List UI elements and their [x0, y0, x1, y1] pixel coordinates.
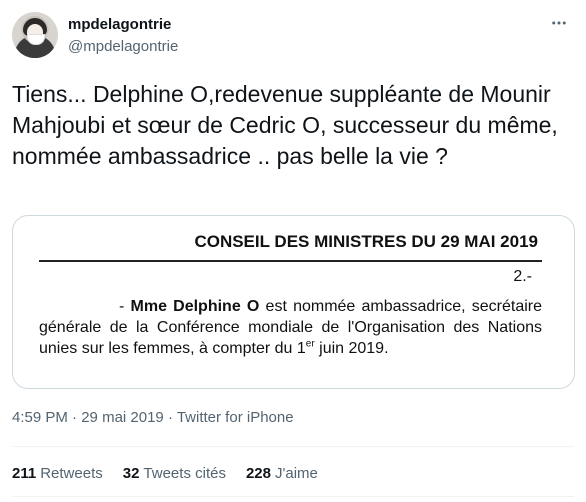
avatar-body [18, 44, 52, 58]
document-text-1: est nommée ambassadrice, secrétaire géné… [39, 298, 542, 357]
more-horizontal-icon[interactable] [544, 12, 574, 34]
more-dots-icon [552, 21, 566, 25]
tweet-media-image[interactable]: CONSEIL DES MINISTRES DU 29 MAI 2019 2.-… [12, 215, 575, 389]
author-handle[interactable]: @mpdelagontrie [68, 38, 178, 55]
likes-count: 228 [245, 465, 271, 482]
tweet-date-link[interactable]: 29 mai 2019 [81, 409, 164, 426]
tweet-text: Tiens... Delphine O,redevenue suppléante… [12, 81, 558, 169]
quotes-label: Tweets cités [143, 465, 226, 482]
document-body: - Mme Delphine O est nommée ambassadrice… [39, 296, 542, 359]
document-dash: - [119, 298, 125, 315]
document-name: Mme Delphine O [130, 298, 260, 315]
document-number: 2.- [513, 268, 532, 285]
quotes-count: 32 [122, 465, 140, 482]
retweets-stat[interactable]: 211 Retweets [12, 465, 103, 482]
quotes-stat[interactable]: 32 Tweets cités [123, 465, 226, 482]
meta-separator-2: · [163, 409, 177, 426]
document-text-2: juin 2019. [314, 340, 389, 357]
divider-top [12, 446, 574, 447]
divider-bottom [12, 496, 574, 497]
document-title: CONSEIL DES MINISTRES DU 29 MAI 2019 [194, 232, 538, 251]
document-rule [39, 260, 542, 262]
meta-separator: · [67, 409, 82, 426]
likes-stat[interactable]: 228 J'aime [246, 465, 318, 482]
likes-label: J'aime [274, 465, 318, 482]
document-sup: er [305, 338, 315, 350]
tweet-meta: 4:59 PM · 29 mai 2019 · Twitter for iPho… [12, 409, 294, 426]
avatar[interactable] [12, 12, 58, 58]
avatar-mask [27, 34, 45, 45]
tweet-source-link[interactable]: Twitter for iPhone [177, 409, 294, 426]
tweet-stats: 211 Retweets 32 Tweets cités 228 J'aime [12, 465, 338, 482]
retweets-count: 211 [12, 465, 37, 482]
retweets-label: Retweets [40, 465, 103, 482]
tweet-time-link[interactable]: 4:59 PM [12, 409, 68, 426]
author-display-name[interactable]: mpdelagontrie [68, 16, 171, 33]
